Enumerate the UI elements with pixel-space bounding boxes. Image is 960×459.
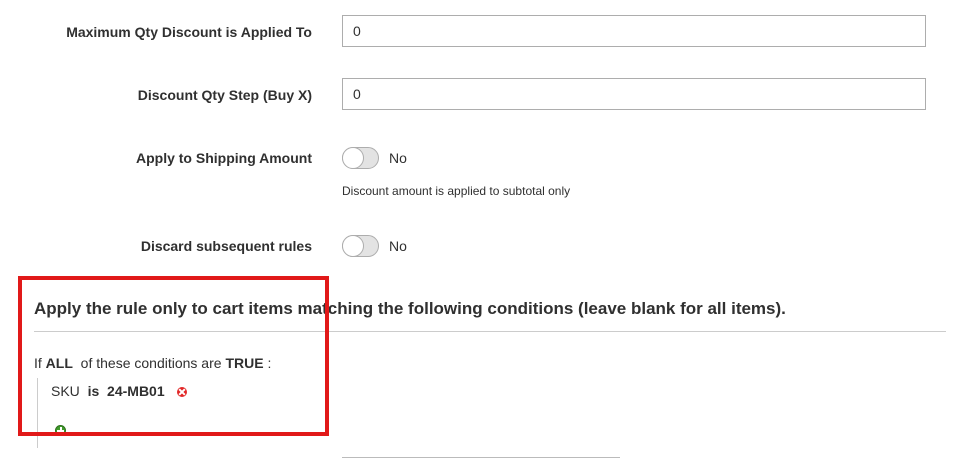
apply-shipping-state: No — [389, 150, 407, 166]
toggle-knob — [342, 235, 364, 257]
discard-rules-state: No — [389, 238, 407, 254]
max-qty-label: Maximum Qty Discount is Applied To — [66, 24, 312, 40]
qty-step-label: Discount Qty Step (Buy X) — [137, 87, 312, 103]
discard-rules-label: Discard subsequent rules — [140, 238, 312, 254]
apply-shipping-note: Discount amount is applied to subtotal o… — [342, 184, 571, 198]
discard-rules-toggle[interactable] — [342, 235, 379, 257]
toggle-knob — [342, 147, 364, 169]
max-qty-input[interactable]: 0 — [342, 15, 926, 47]
bottom-input-edge — [342, 457, 620, 458]
apply-shipping-label: Apply to Shipping Amount — [135, 150, 312, 166]
highlight-box — [18, 276, 329, 436]
apply-shipping-toggle[interactable] — [342, 147, 379, 169]
qty-step-input[interactable]: 0 — [342, 78, 926, 110]
